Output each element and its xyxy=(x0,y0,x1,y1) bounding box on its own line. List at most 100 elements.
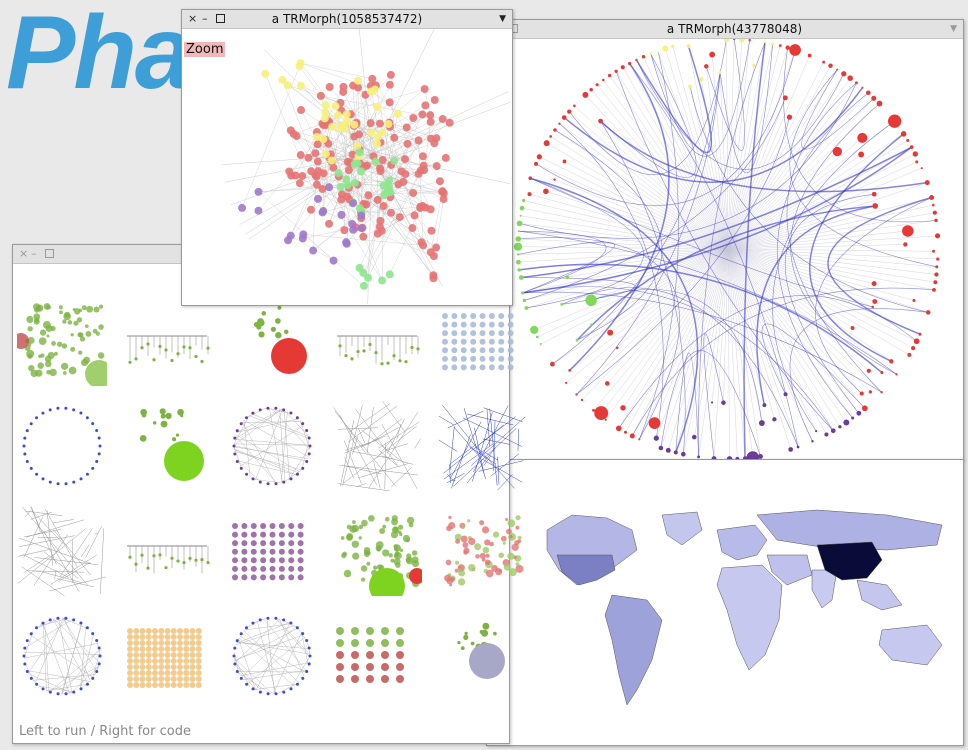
graph-node[interactable] xyxy=(430,96,439,105)
radial-node[interactable] xyxy=(868,390,872,394)
radial-node[interactable] xyxy=(620,405,626,411)
example-thumbnail[interactable] xyxy=(332,506,422,596)
radial-node[interactable] xyxy=(902,225,914,237)
graph-node[interactable] xyxy=(296,151,305,160)
radial-node[interactable] xyxy=(553,128,557,132)
radial-node[interactable] xyxy=(907,352,912,357)
radial-node[interactable] xyxy=(681,451,686,457)
radial-node[interactable] xyxy=(880,370,884,375)
window-menu-icon[interactable]: ▼ xyxy=(950,23,957,36)
radial-node[interactable] xyxy=(935,265,939,269)
example-thumbnail[interactable] xyxy=(122,401,212,491)
graph-node[interactable] xyxy=(418,152,427,161)
radial-node[interactable] xyxy=(859,391,864,396)
radial-node[interactable] xyxy=(560,303,564,306)
radial-node[interactable] xyxy=(828,63,833,68)
radial-node[interactable] xyxy=(539,342,542,345)
radial-node[interactable] xyxy=(876,100,883,107)
radial-node[interactable] xyxy=(561,115,567,120)
radial-node[interactable] xyxy=(615,425,622,432)
graph-node[interactable] xyxy=(306,205,315,214)
radial-node[interactable] xyxy=(807,53,812,58)
radial-node[interactable] xyxy=(641,54,646,59)
radial-node[interactable] xyxy=(585,294,597,307)
radial-node[interactable] xyxy=(861,86,864,89)
radial-node[interactable] xyxy=(932,249,936,253)
radial-node[interactable] xyxy=(918,332,922,336)
graph-node[interactable] xyxy=(238,203,247,212)
radial-node[interactable] xyxy=(665,447,671,453)
radial-node[interactable] xyxy=(857,132,868,143)
radial-node[interactable] xyxy=(590,323,593,326)
radial-node[interactable] xyxy=(748,38,751,42)
radial-node[interactable] xyxy=(772,417,777,422)
country-australia[interactable] xyxy=(878,624,943,666)
radial-node[interactable] xyxy=(549,361,555,367)
radial-node[interactable] xyxy=(527,192,532,197)
radial-node[interactable] xyxy=(565,275,570,280)
graph-node[interactable] xyxy=(432,134,441,143)
graph-node[interactable] xyxy=(420,85,429,94)
radial-node[interactable] xyxy=(620,65,625,70)
example-thumbnail[interactable] xyxy=(437,401,527,491)
country-greenland[interactable] xyxy=(661,511,703,546)
radial-node[interactable] xyxy=(602,78,605,82)
graph-node[interactable] xyxy=(286,126,295,135)
radial-node[interactable] xyxy=(858,151,865,158)
radial-node[interactable] xyxy=(718,70,722,75)
graph-node[interactable] xyxy=(421,101,430,110)
radial-node[interactable] xyxy=(851,416,855,420)
zoom-button[interactable]: Zoom xyxy=(184,42,226,57)
graph-node[interactable] xyxy=(427,226,436,235)
radial-node[interactable] xyxy=(629,433,635,439)
radial-node[interactable] xyxy=(568,369,572,372)
radial-node[interactable] xyxy=(657,50,660,54)
radial-node[interactable] xyxy=(915,160,919,164)
radial-node[interactable] xyxy=(516,220,523,227)
radial-node[interactable] xyxy=(528,176,533,181)
radial-node[interactable] xyxy=(771,42,774,46)
example-thumbnail[interactable] xyxy=(437,296,527,386)
radial-node[interactable] xyxy=(786,114,793,120)
graph-node[interactable] xyxy=(325,183,334,192)
radial-node[interactable] xyxy=(856,410,862,416)
radial-node[interactable] xyxy=(843,419,850,426)
example-thumbnail[interactable] xyxy=(437,506,527,596)
radial-node[interactable] xyxy=(614,69,618,73)
graph-node[interactable] xyxy=(327,156,336,165)
radial-node[interactable] xyxy=(836,68,839,71)
example-thumbnail[interactable] xyxy=(227,506,317,596)
radial-node[interactable] xyxy=(785,45,790,50)
radial-node[interactable] xyxy=(871,191,877,197)
radial-node[interactable] xyxy=(850,326,855,330)
radial-node[interactable] xyxy=(783,392,788,397)
graph-node[interactable] xyxy=(295,179,304,188)
radial-node[interactable] xyxy=(861,405,868,412)
graph-node[interactable] xyxy=(402,123,411,132)
radial-node[interactable] xyxy=(536,154,542,160)
graph-node[interactable] xyxy=(373,195,382,204)
radial-node[interactable] xyxy=(895,373,898,376)
radial-node[interactable] xyxy=(733,37,736,41)
graph-node[interactable] xyxy=(336,183,345,192)
example-thumbnail[interactable] xyxy=(332,401,422,491)
graph-node[interactable] xyxy=(378,156,387,165)
graph-node[interactable] xyxy=(313,194,322,203)
graph-node[interactable] xyxy=(254,206,263,215)
graph-node[interactable] xyxy=(342,238,351,247)
graph-node[interactable] xyxy=(416,202,425,211)
radial-node[interactable] xyxy=(764,41,767,44)
graph-node[interactable] xyxy=(401,155,410,164)
graph-node[interactable] xyxy=(316,91,325,100)
radial-node[interactable] xyxy=(830,428,836,434)
graph-node[interactable] xyxy=(367,128,376,137)
radial-node[interactable] xyxy=(607,73,612,78)
graph-node[interactable] xyxy=(414,136,423,145)
radial-node[interactable] xyxy=(929,195,935,201)
radial-node[interactable] xyxy=(788,447,794,452)
radial-node[interactable] xyxy=(604,418,607,421)
graph-node[interactable] xyxy=(342,110,351,119)
radial-node[interactable] xyxy=(871,305,874,309)
radial-node[interactable] xyxy=(691,434,697,440)
graph-node[interactable] xyxy=(350,178,359,187)
